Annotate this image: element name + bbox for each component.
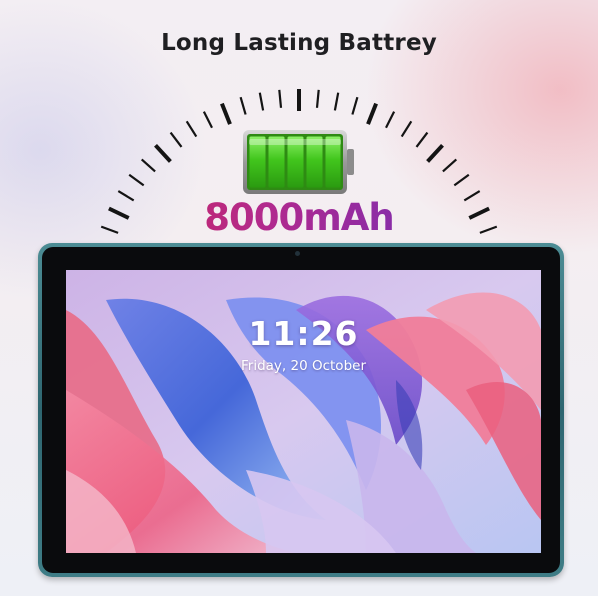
gauge-tick: [426, 143, 444, 163]
gauge-tick: [202, 111, 213, 129]
gauge-tick: [154, 143, 172, 163]
gauge-tick: [315, 89, 320, 108]
gauge-tick: [385, 111, 396, 129]
tablet-bezel: 11:26 Friday, 20 October: [42, 247, 560, 573]
gauge-tick: [415, 131, 429, 148]
gauge-tick: [333, 92, 340, 111]
battery-full-icon: [243, 130, 354, 194]
gauge-tick: [185, 120, 198, 138]
lockscreen-time: 11:26: [248, 314, 359, 353]
tablet-device: 11:26 Friday, 20 October: [38, 243, 564, 577]
tablet-screen: 11:26 Friday, 20 October: [66, 270, 541, 553]
lockscreen-date: Friday, 20 October: [241, 358, 366, 374]
gauge-tick: [442, 158, 458, 173]
gauge-tick: [351, 96, 359, 115]
gauge-tick: [128, 173, 145, 187]
front-camera: [295, 251, 300, 256]
gauge-tick: [453, 173, 470, 187]
gauge-tick: [278, 89, 283, 108]
gauge-tick: [400, 120, 413, 138]
gauge-tick: [239, 96, 247, 115]
gauge-tick: [220, 102, 232, 125]
gauge-tick: [140, 158, 156, 173]
gauge-tick: [366, 102, 378, 125]
gauge-tick: [169, 131, 183, 148]
gauge-tick: [258, 92, 265, 111]
battery-capacity: 8000mAh: [0, 196, 598, 239]
wallpaper-image: [66, 270, 541, 553]
